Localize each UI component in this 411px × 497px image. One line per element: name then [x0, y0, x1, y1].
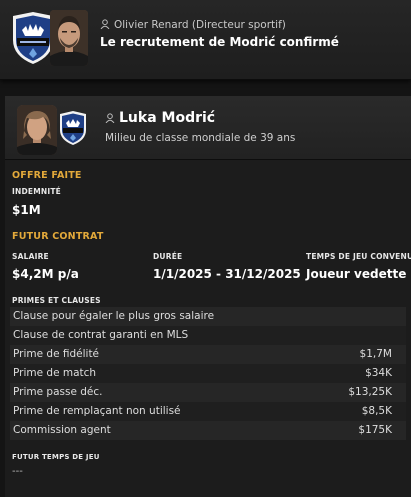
list-item: Clause de contrat garanti en MLS — [10, 326, 406, 345]
player-name-row: Luka Modrić — [105, 110, 215, 126]
list-item: Commission agent $175K — [10, 421, 406, 440]
clause-label: Clause pour égaler le plus gros salaire — [13, 310, 215, 322]
news-title: Le recrutement de Modrić confirmé — [100, 35, 339, 49]
clauses-label: PRIMES ET CLAUSES — [12, 296, 101, 305]
news-header-card[interactable]: Olivier Renard (Directeur sportif) Le re… — [0, 0, 411, 80]
salary-value: $4,2M p/a — [12, 267, 79, 281]
playtime-value: Joueur vedette — [306, 267, 407, 281]
future-playtime-label: FUTUR TEMPS DE JEU — [12, 453, 100, 461]
transfer-details-card: Luka Modrić Milieu de classe mondiale de… — [5, 96, 411, 497]
list-item: Prime de match $34K — [10, 364, 406, 383]
player-header[interactable]: Luka Modrić Milieu de classe mondiale de… — [5, 96, 411, 160]
clause-label: Prime de remplaçant non utilisé — [13, 405, 181, 417]
clause-label: Prime de match — [13, 367, 97, 379]
duration-value: 1/1/2025 - 31/12/2025 — [153, 267, 301, 281]
clause-value: $175K — [358, 424, 392, 436]
contract-section-title: FUTUR CONTRAT — [12, 231, 104, 242]
clauses-list: Clause pour égaler le plus gros salaire … — [10, 307, 406, 440]
duration-label: DURÉE — [153, 252, 183, 261]
salary-label: SALAIRE — [12, 252, 49, 261]
clause-label: Commission agent — [13, 424, 111, 436]
player-photo — [17, 105, 57, 155]
list-item: Clause pour égaler le plus gros salaire — [10, 307, 406, 326]
clause-label: Prime passe déc. — [13, 386, 103, 398]
clause-value: $13,25K — [348, 386, 392, 398]
future-playtime-value: --- — [12, 466, 23, 477]
author-name: Olivier Renard — [114, 19, 189, 31]
player-description: Milieu de classe mondiale de 39 ans — [105, 132, 296, 144]
author-role: (Directeur sportif) — [191, 19, 286, 31]
news-screen: Olivier Renard (Directeur sportif) Le re… — [0, 0, 411, 497]
user-icon — [105, 113, 115, 123]
fee-label: INDEMNITÉ — [12, 187, 61, 196]
player-name[interactable]: Luka Modrić — [119, 110, 215, 126]
player-club-logo — [60, 111, 86, 145]
person-photo — [50, 10, 88, 66]
clause-value: $34K — [365, 367, 392, 379]
clause-value: $1,7M — [359, 348, 392, 360]
fee-value: $1M — [12, 203, 41, 217]
playtime-label: TEMPS DE JEU CONVENU — [306, 252, 411, 261]
news-author: Olivier Renard (Directeur sportif) — [100, 19, 286, 31]
list-item: Prime passe déc. $13,25K — [10, 383, 406, 402]
list-item: Prime de fidélité $1,7M — [10, 345, 406, 364]
offer-section-title: OFFRE FAITE — [12, 170, 82, 181]
clause-label: Clause de contrat garanti en MLS — [13, 329, 189, 341]
list-item: Prime de remplaçant non utilisé $8,5K — [10, 402, 406, 421]
user-icon — [100, 19, 110, 29]
clause-label: Prime de fidélité — [13, 348, 100, 360]
clause-value: $8,5K — [361, 405, 392, 417]
